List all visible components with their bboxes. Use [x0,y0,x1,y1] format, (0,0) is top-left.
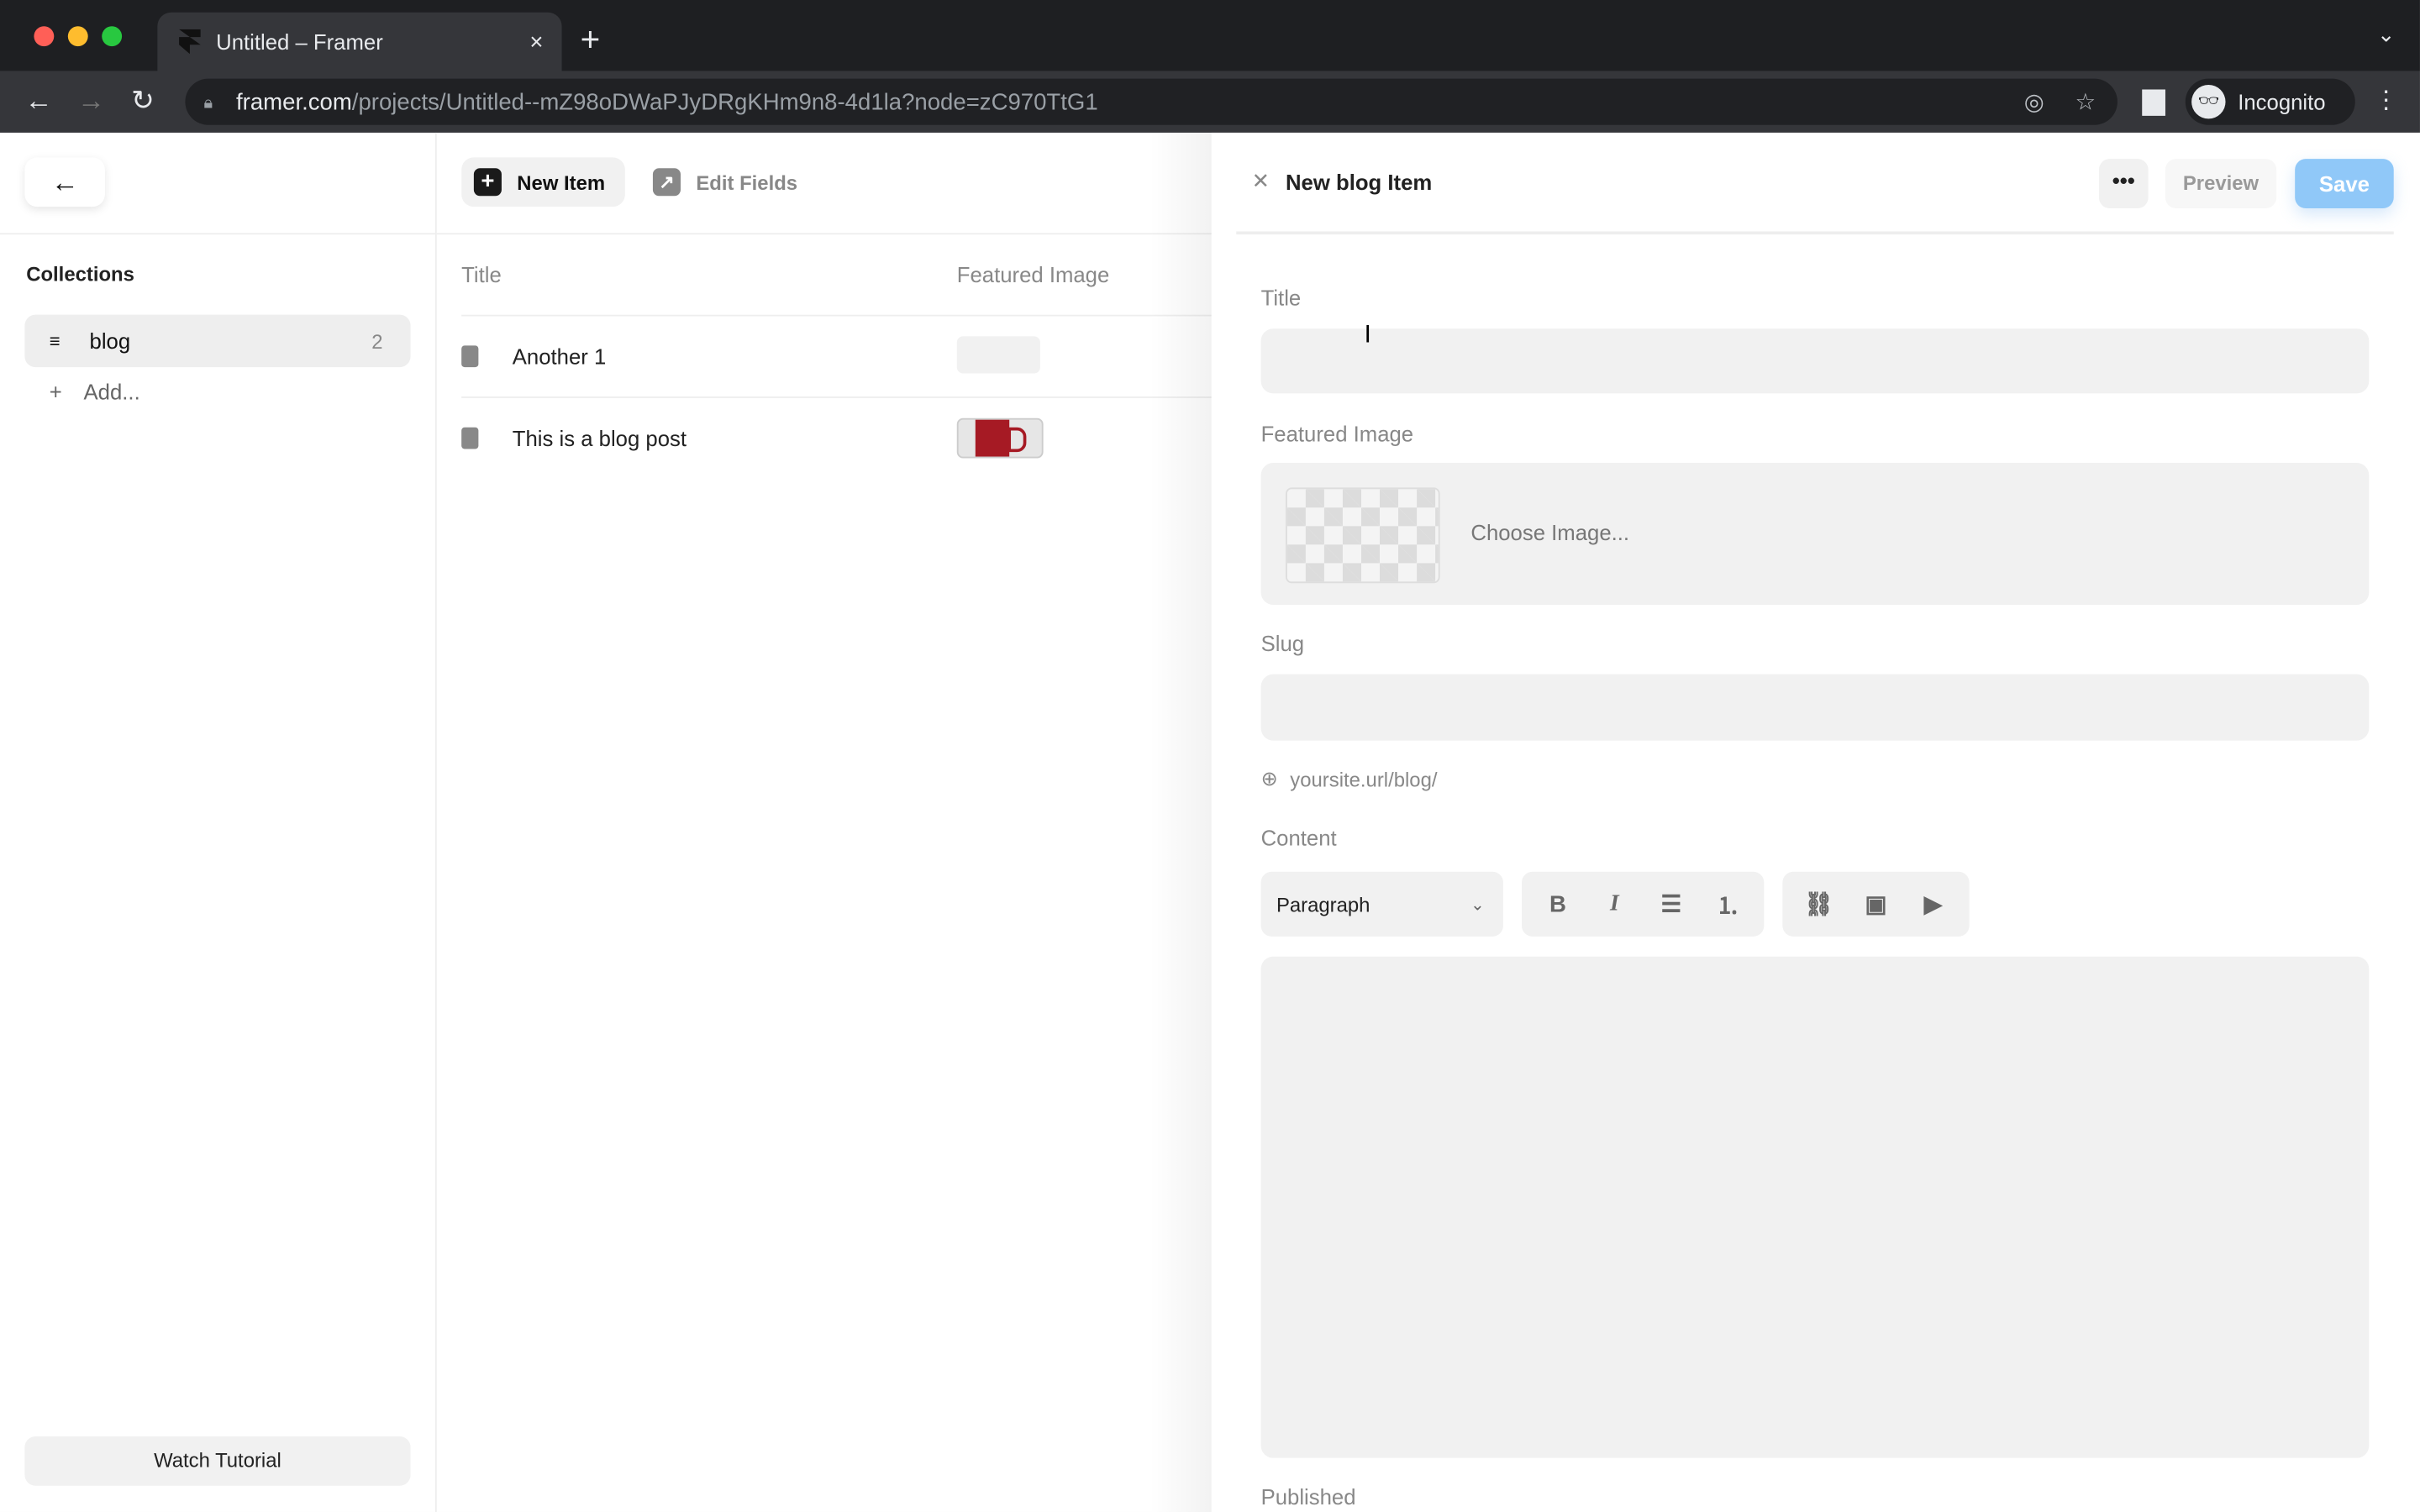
browser-tab[interactable]: Untitled – Framer × [157,12,562,71]
column-header-title[interactable]: Title [461,262,502,286]
file-icon [461,345,479,368]
column-header-featured-image[interactable]: Featured Image [957,262,1110,286]
framer-logo-icon [179,29,201,55]
lock-icon: 🔒︎ [203,93,213,113]
save-button[interactable]: Save [2295,159,2394,208]
slug-url-hint: ⊕ yoursite.url/blog/ [1261,767,1438,791]
eye-slash-icon[interactable]: ◎ [2024,88,2044,116]
image-icon[interactable]: ▣ [1861,890,1891,918]
star-icon[interactable]: ☆ [2075,88,2096,116]
select-value: Paragraph [1276,892,1370,916]
numbered-list-icon[interactable]: ⒈ [1713,888,1742,921]
preview-button[interactable]: Preview [2165,159,2277,208]
browser-menu-icon[interactable]: ⋮ [2374,85,2398,116]
collection-count: 2 [371,329,383,353]
tab-title: Untitled – Framer [216,29,383,55]
image-picker[interactable]: Choose Image... [1260,463,2370,605]
title-input[interactable] [1260,328,2370,394]
reload-icon[interactable]: ↻ [131,85,155,118]
divider [436,233,1212,235]
screen: Untitled – Framer × + ⌄ ← → ↻ 🔒︎ framer.… [0,0,2420,1512]
edit-fields-label: Edit Fields [696,170,798,194]
divider [1236,231,2394,235]
address-bar[interactable]: 🔒︎ framer.com/projects/Untitled--mZ98oDW… [185,78,2118,125]
italic-icon[interactable]: I [1600,891,1628,917]
slug-input[interactable] [1260,674,2370,741]
video-icon[interactable]: ▶ [1918,890,1948,918]
divider [0,233,435,235]
tab-search-chevron-icon[interactable]: ⌄ [2377,22,2396,48]
framer-cms: ← Collections ≡ blog 2 + Add... Watch Tu… [0,132,2420,1512]
add-label: Add... [83,379,140,405]
image-thumbnail-mug [956,417,1044,459]
side-panel-icon[interactable] [2142,89,2165,116]
format-toolbar: B I ☰ ⒈ [1521,871,1765,937]
more-options-button[interactable]: ••• [2098,159,2149,208]
plus-icon: + [473,168,502,197]
file-icon [461,427,479,449]
close-window-button[interactable] [34,26,55,47]
panel-shadow [1150,132,1212,1512]
items-list: + New Item ↗ Edit Fields Title Featured … [436,133,1212,1512]
arrow-up-right-icon: ↗ [652,168,681,197]
paragraph-style-select[interactable]: Paragraph ⌄ [1260,871,1503,937]
bold-icon[interactable]: B [1544,891,1572,917]
row-title: This is a blog post [512,425,687,451]
tab-close-icon[interactable]: × [529,29,543,55]
row-title: Another 1 [512,344,607,369]
featured-image-label: Featured Image [1260,421,1414,446]
browser-toolbar: ← → ↻ 🔒︎ framer.com/projects/Untitled--m… [0,71,2420,133]
slug-label: Slug [1260,631,1305,656]
back-button[interactable]: ← [24,157,105,207]
database-icon: ≡ [49,330,60,352]
incognito-icon: 👓︎ [2191,85,2226,119]
title-label: Title [1260,285,1302,311]
incognito-profile-button[interactable]: 👓︎ Incognito [2185,78,2355,125]
table-row[interactable]: This is a blog post [461,396,1212,480]
bullet-list-icon[interactable]: ☰ [1657,890,1686,918]
chevron-down-icon: ⌄ [1470,895,1485,915]
text-cursor-icon: I [1364,322,1371,349]
url-domain: framer.com [236,88,352,115]
choose-image-label: Choose Image... [1470,519,1630,545]
close-panel-icon[interactable]: ✕ [1252,168,1270,194]
published-label: Published [1260,1483,1356,1509]
collection-label: blog [89,328,131,354]
add-collection-button[interactable]: + Add... [50,380,140,404]
edit-fields-button[interactable]: ↗ Edit Fields [652,157,798,207]
profile-label: Incognito [2238,89,2326,114]
link-icon[interactable]: ⛓ [1804,890,1833,918]
url-path: /projects/Untitled--mZ98oDWaPJyDRgKHm9n8… [351,88,1098,115]
maximize-window-button[interactable] [102,26,123,47]
new-item-label: New Item [517,170,606,194]
window-controls [34,26,123,47]
forward-arrow-icon[interactable]: → [77,85,105,118]
image-thumbnail-empty [956,336,1040,374]
content-editor[interactable] [1260,956,2370,1458]
new-item-button[interactable]: + New Item [461,157,625,207]
insert-toolbar: ⛓ ▣ ▶ [1782,871,1970,937]
watch-tutorial-button[interactable]: Watch Tutorial [24,1436,411,1486]
new-tab-button[interactable]: + [581,20,601,60]
table-row[interactable]: Another 1 [461,314,1212,398]
back-arrow-icon[interactable]: ← [24,85,52,118]
collection-item-blog[interactable]: ≡ blog 2 [24,314,411,368]
content-label: Content [1260,825,1337,851]
browser-tab-bar: Untitled – Framer × + ⌄ [0,0,2420,71]
plus-icon: + [49,379,62,405]
collections-sidebar: ← Collections ≡ blog 2 + Add... Watch Tu… [0,132,437,1512]
minimize-window-button[interactable] [67,26,88,47]
panel-title: New blog Item [1285,170,1433,195]
image-placeholder [1285,487,1440,584]
slug-prefix: yoursite.url/blog/ [1290,767,1438,791]
globe-icon: ⊕ [1260,766,1278,790]
new-item-panel: ✕ New blog Item ••• Preview Save Title F… [1211,132,2420,1512]
collections-heading: Collections [26,262,134,286]
